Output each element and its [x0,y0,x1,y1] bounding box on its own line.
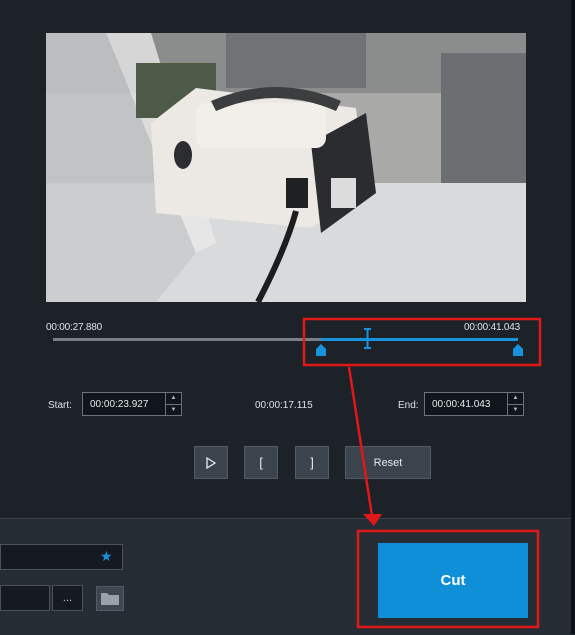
end-up-arrow-icon[interactable]: ▲ [508,393,523,404]
end-handle[interactable] [513,344,523,356]
folder-icon [101,593,119,605]
timeline-right-time: 00:00:41.043 [464,322,520,333]
end-label: End: [398,400,419,411]
mark-in-button[interactable]: [ [244,446,278,479]
mark-out-button[interactable]: ] [295,446,329,479]
end-time-arrows[interactable]: ▲ ▼ [507,393,523,415]
reset-button[interactable]: Reset [345,446,431,479]
timeline-left-time: 00:00:27.880 [46,322,102,333]
play-icon [206,456,216,469]
start-time-value[interactable]: 00:00:23.927 [83,399,165,410]
end-down-arrow-icon[interactable]: ▼ [508,403,523,416]
start-label: Start: [48,400,72,411]
start-time-stepper[interactable]: 00:00:23.927 ▲ ▼ [82,392,182,416]
video-frame-image [46,33,526,302]
playhead-marker[interactable] [364,328,371,349]
start-down-arrow-icon[interactable]: ▼ [166,403,181,416]
duration-value: 00:00:17.115 [255,400,313,411]
start-handle[interactable] [316,344,326,356]
open-folder-button[interactable] [96,586,124,611]
star-icon[interactable]: ★ [100,548,113,565]
cut-button[interactable]: Cut [378,543,528,618]
end-time-value[interactable]: 00:00:41.043 [425,399,507,410]
start-up-arrow-icon[interactable]: ▲ [166,393,181,404]
browse-button[interactable]: ... [52,585,83,611]
timeline-selection[interactable] [321,338,518,341]
window-edge [571,0,575,634]
play-button[interactable] [194,446,228,479]
end-time-stepper[interactable]: 00:00:41.043 ▲ ▼ [424,392,524,416]
output-path-field[interactable] [0,585,50,611]
video-preview[interactable] [46,33,526,302]
start-time-arrows[interactable]: ▲ ▼ [165,393,181,415]
